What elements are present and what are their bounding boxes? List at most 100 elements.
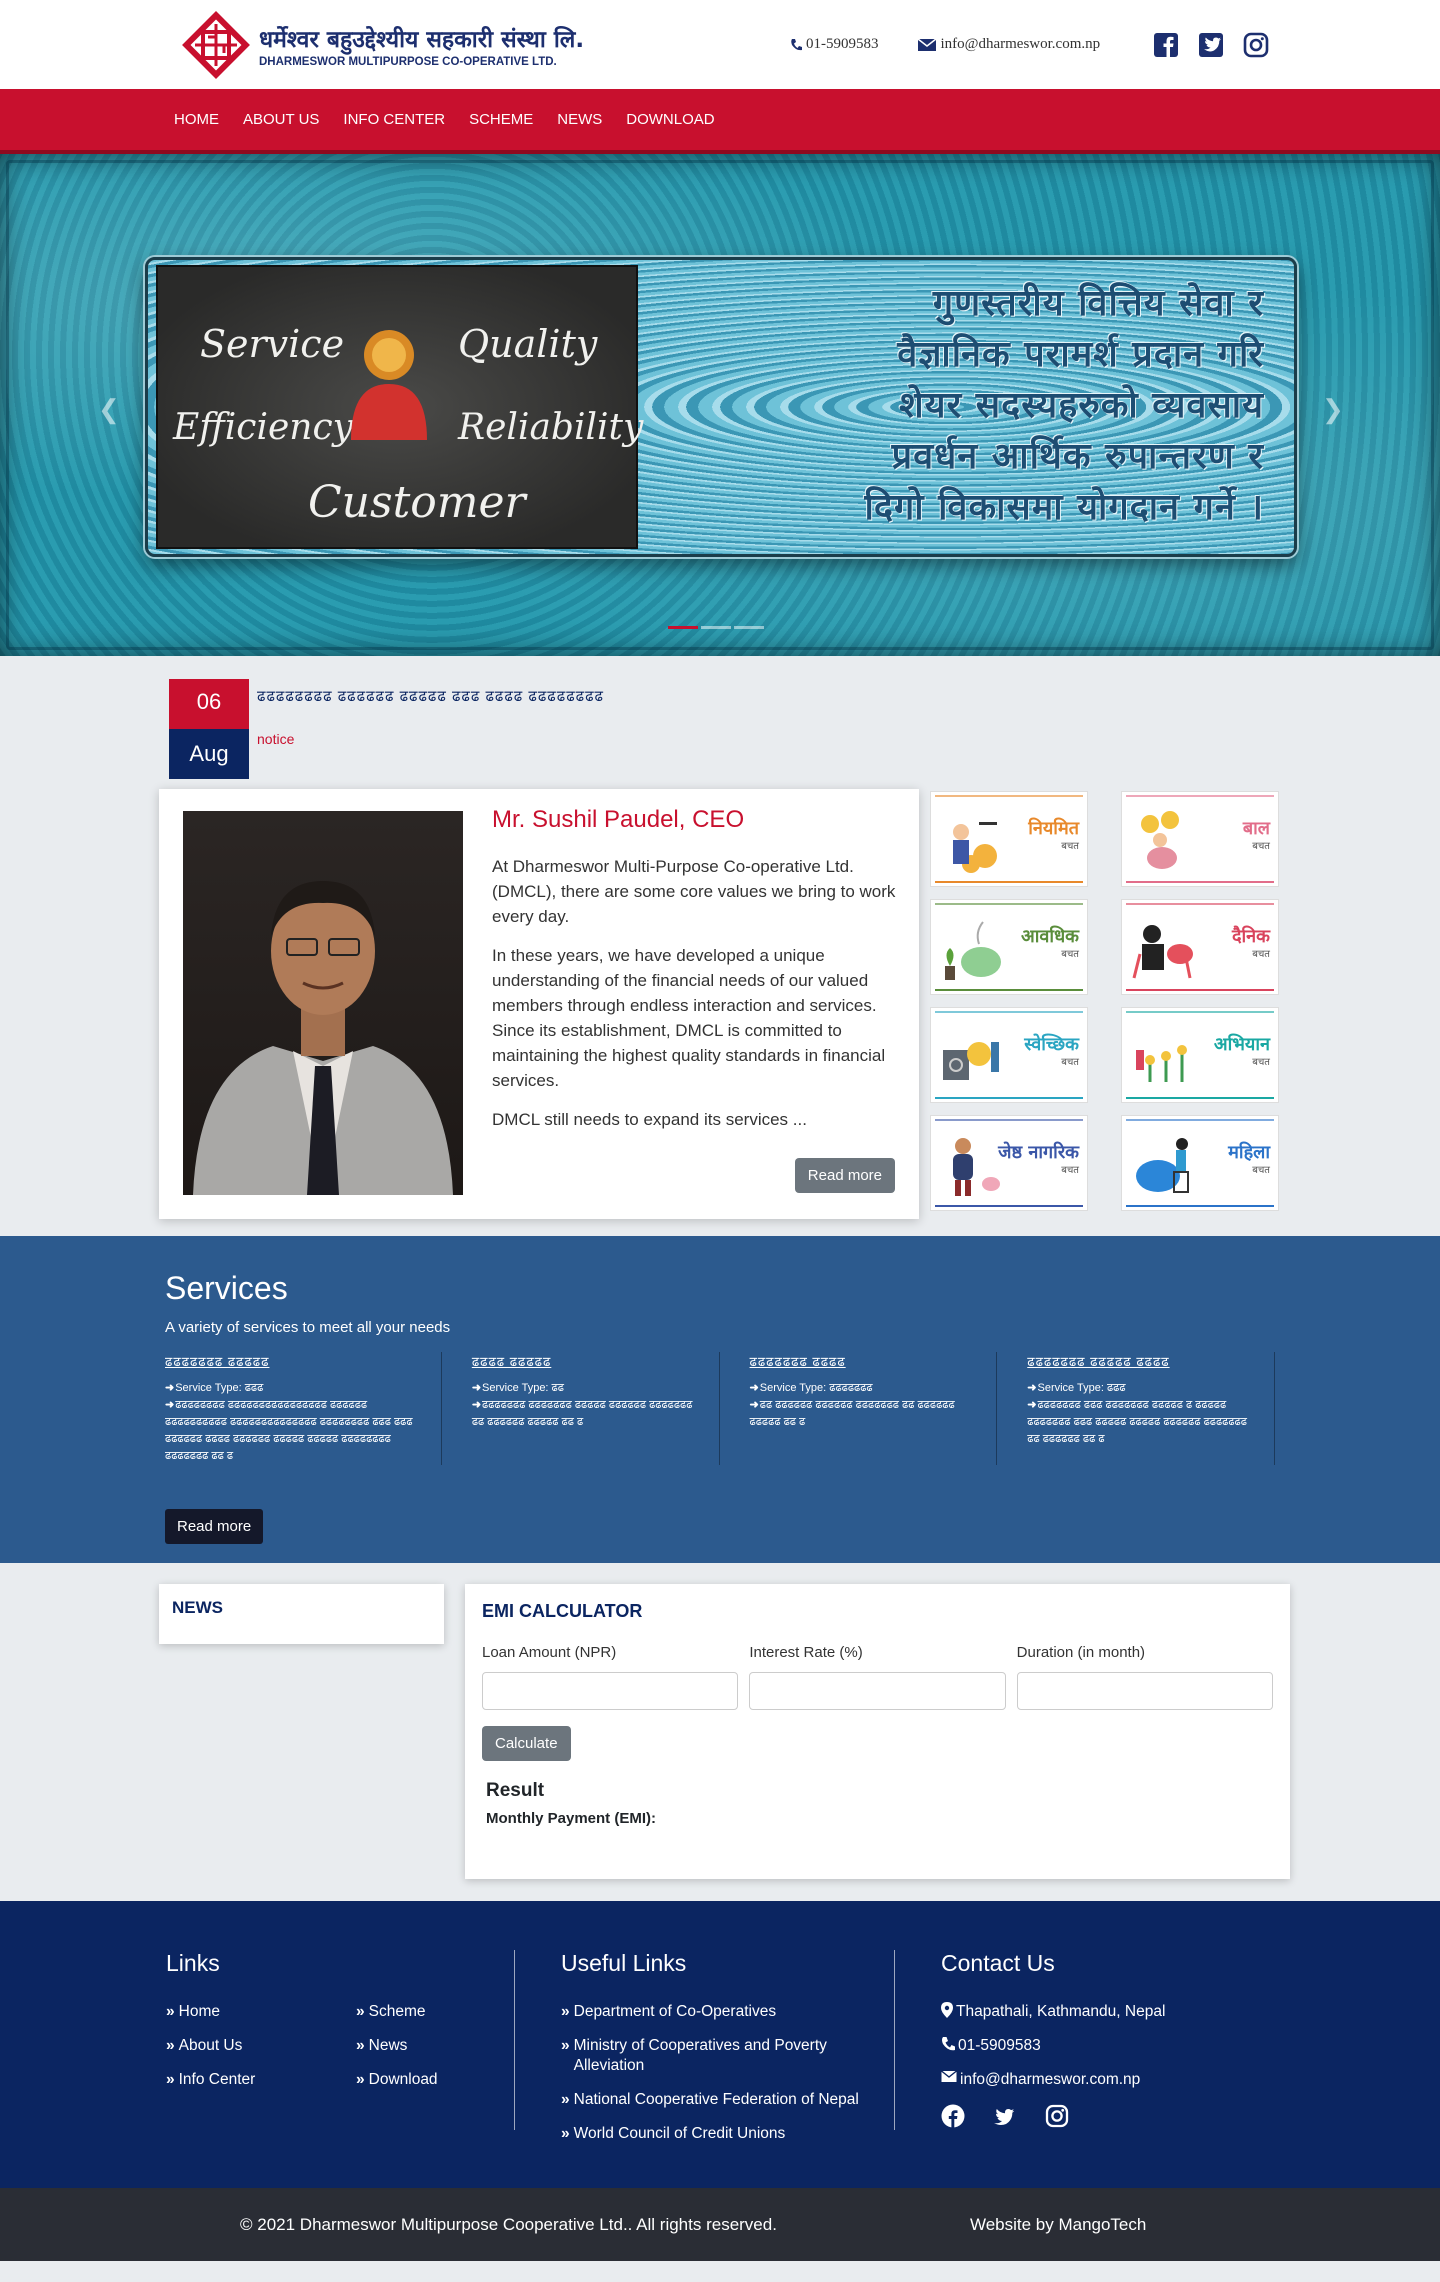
footer-link-scheme[interactable]: » Scheme <box>356 2002 506 2022</box>
top-bar: धर्मेश्वर बहुउद्देश्यीय सहकारी संस्था लि… <box>0 0 1440 89</box>
scheme-card-campaign[interactable]: अभियान बचत <box>1121 1007 1279 1103</box>
scheme-subtitle: बचत <box>1252 1165 1270 1176</box>
phone-icon <box>942 2037 955 2051</box>
scheme-card-senior-citizen[interactable]: जेष्ठ नागरिक बचत <box>930 1115 1088 1211</box>
useful-link-ministry[interactable]: » Ministry of Cooperatives and Poverty Al… <box>561 2036 894 2076</box>
footer-contact-title: Contact Us <box>941 1950 1055 1976</box>
map-marker-icon <box>941 2002 953 2018</box>
carousel-indicators <box>668 626 764 629</box>
interest-rate-input[interactable] <box>749 1672 1006 1710</box>
footer-link-news[interactable]: » News <box>356 2036 506 2056</box>
nav-scheme[interactable]: SCHEME <box>457 111 545 128</box>
facebook-icon[interactable] <box>1152 31 1180 59</box>
ceo-read-more-button[interactable]: Read more <box>794 1158 895 1193</box>
service-name[interactable]: ढढढढढढढ ढढढढ <box>750 1352 985 1370</box>
useful-link-department[interactable]: » Department of Co-Operatives <box>561 2002 894 2022</box>
tagline-line: वैज्ञानिक परामर्श प्रदान गरि <box>897 334 1264 375</box>
developer-credit-link[interactable]: Website by MangoTech <box>970 2215 1146 2235</box>
site-logo[interactable]: धर्मेश्वर बहुउद्देश्यीय सहकारी संस्था लि… <box>175 4 745 86</box>
tagline-line: शेयर सदस्यहरुको व्यवसाय <box>899 385 1264 426</box>
service-description: ढढढढढढढढ ढढढढढढढढढढढढढढढढ ढढढढढढ ढढढढढढढ… <box>165 1399 413 1462</box>
scheme-card-voluntary[interactable]: स्वेच्छिक बचत <box>930 1007 1088 1103</box>
hero-banner: Service Quality Efficiency Reliability C… <box>145 257 1297 557</box>
notice-title[interactable]: ढढढढढढढढ ढढढढढढ ढढढढढ ढढढ ढढढढ ढढढढढढढढ <box>257 686 604 706</box>
duration-input[interactable] <box>1016 1672 1273 1710</box>
facebook-icon[interactable] <box>941 2104 965 2128</box>
scheme-card-women[interactable]: महिला बचत <box>1121 1115 1279 1211</box>
header-email[interactable]: info@dharmeswor.com.np <box>917 36 1100 53</box>
scheme-title: जेष्ठ नागरिक <box>998 1142 1079 1163</box>
footer-link-info-center[interactable]: » Info Center <box>166 2070 356 2090</box>
scheme-title: स्वेच्छिक <box>1024 1034 1079 1055</box>
calculate-button[interactable]: Calculate <box>482 1726 571 1761</box>
useful-link-label: Ministry of Cooperatives and Poverty All… <box>573 2037 827 2074</box>
footer-link-label: Scheme <box>368 2003 426 2020</box>
scheme-card-child[interactable]: बाल बचत <box>1121 791 1279 887</box>
growth-plants-icon <box>1136 1045 1187 1082</box>
scheme-card-daily[interactable]: दैनिक बचत <box>1121 899 1279 995</box>
scheme-title: नियमित <box>1028 818 1079 839</box>
header-social <box>1152 31 1270 59</box>
ceo-portrait-icon <box>193 881 453 1195</box>
ceo-paragraph: In these years, we have developed a uniq… <box>492 946 886 1090</box>
board-word: Service <box>200 322 345 366</box>
service-type: Service Type: ढढढ <box>175 1382 264 1394</box>
arrow-right-icon: ➜ <box>1027 1399 1036 1411</box>
footer-links: Links » Home » Scheme » About Us » News » Inf… <box>150 1950 515 2130</box>
arrow-right-icon: ➜ <box>471 1382 481 1394</box>
news-title: NEWS <box>172 1598 223 1617</box>
scheme-card-regular[interactable]: नियमित बचत <box>930 791 1088 887</box>
service-type: Service Type: ढढढ <box>1037 1382 1126 1394</box>
arrow-right-icon: ➜ <box>749 1382 759 1394</box>
carousel-indicator[interactable] <box>701 626 731 629</box>
footer-phone[interactable]: 01-5909583 <box>941 2036 1165 2056</box>
service-type: Service Type: ढढढढढढढ <box>759 1382 873 1394</box>
footer-link-download[interactable]: » Download <box>356 2070 506 2090</box>
scheme-title: आवधिक <box>1021 926 1079 947</box>
loan-amount-input[interactable] <box>482 1672 739 1710</box>
carousel-indicator[interactable] <box>734 626 764 629</box>
arrow-right-icon: ➜ <box>471 1399 481 1411</box>
useful-link-label: World Council of Credit Unions <box>573 2125 786 2142</box>
services-read-more-button[interactable]: Read more <box>165 1509 264 1544</box>
arrow-right-icon: ➜ <box>1027 1382 1036 1394</box>
board-word: Customer <box>308 477 526 528</box>
header-phone[interactable]: 01-5909583 <box>790 36 879 53</box>
scheme-subtitle: बचत <box>1252 1057 1270 1068</box>
useful-link-world-council[interactable]: » World Council of Credit Unions <box>561 2124 894 2144</box>
twitter-icon[interactable] <box>1197 31 1225 59</box>
useful-link-federation[interactable]: » National Cooperative Federation of Nepa… <box>561 2090 894 2110</box>
carousel-indicator[interactable] <box>668 626 698 629</box>
footer-useful-title: Useful Links <box>561 1950 687 1976</box>
nav-download[interactable]: DOWNLOAD <box>614 111 726 128</box>
footer-email[interactable]: info@dharmeswor.com.np <box>941 2070 1165 2090</box>
ceo-photo <box>183 811 463 1195</box>
service-name[interactable]: ढढढढढढढ ढढढढढ <box>165 1352 429 1370</box>
envelope-icon <box>917 37 936 51</box>
carousel-next-icon[interactable]: ❯ <box>1322 394 1344 425</box>
instagram-icon[interactable] <box>1045 2104 1069 2128</box>
instagram-icon[interactable] <box>1242 31 1270 59</box>
footer-link-about-us[interactable]: » About Us <box>166 2036 356 2056</box>
service-name[interactable]: ढढढढढढढ ढढढढढ ढढढढ <box>1027 1352 1262 1370</box>
footer-links-title: Links <box>166 1950 220 1976</box>
double-chevron-icon: » <box>356 2003 364 2020</box>
scheme-subtitle: बचत <box>1252 841 1270 852</box>
double-chevron-icon: » <box>561 2003 569 2020</box>
green-piggy-icon <box>945 921 1001 980</box>
scheme-subtitle: बचत <box>1061 1165 1079 1176</box>
notice-category[interactable]: notice <box>257 731 294 747</box>
main-nav: HOME ABOUT US INFO CENTER SCHEME NEWS DO… <box>0 89 1440 154</box>
nav-news[interactable]: NEWS <box>545 111 614 128</box>
nav-info-center[interactable]: INFO CENTER <box>331 111 457 128</box>
header-phone-text: 01-5909583 <box>806 36 879 52</box>
service-name[interactable]: ढढढढ ढढढढढ <box>472 1352 707 1370</box>
footer-link-home[interactable]: » Home <box>166 2002 356 2022</box>
twitter-icon[interactable] <box>993 2104 1017 2128</box>
carousel-prev-icon[interactable]: ❮ <box>98 394 120 425</box>
nav-home[interactable]: HOME <box>162 111 231 128</box>
emi-result-label: Monthly Payment (EMI): <box>486 1810 657 1827</box>
nav-about-us[interactable]: ABOUT US <box>231 111 331 128</box>
scheme-card-periodic[interactable]: आवधिक बचत <box>930 899 1088 995</box>
service-description: ढढढढढढढ ढढढ ढढढढढढढ ढढढढढ ढ ढढढढढ ढढढढढढ… <box>1027 1399 1247 1445</box>
